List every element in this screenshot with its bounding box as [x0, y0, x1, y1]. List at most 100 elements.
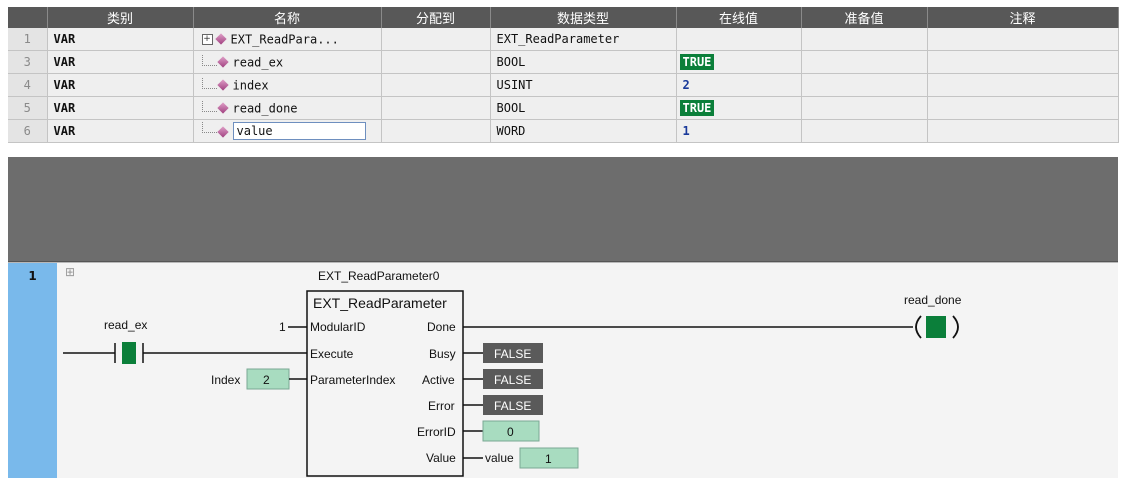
row-comment[interactable] — [927, 119, 1119, 143]
row-number: 3 — [8, 50, 48, 74]
table-row[interactable]: 1 VAR + EXT_ReadPara... EXT_ReadParameter — [8, 28, 1119, 51]
variable-icon — [214, 33, 227, 45]
pin-execute: Execute — [310, 347, 354, 361]
fb-type-name: EXT_ReadParameter — [313, 295, 447, 311]
row-online-value-cell[interactable]: TRUE — [676, 50, 802, 74]
coil-read-done[interactable] — [915, 315, 959, 339]
header-prepared-value[interactable]: 准备值 — [801, 7, 928, 28]
row-datatype[interactable]: WORD — [490, 119, 677, 143]
row-online-value: TRUE — [679, 54, 715, 70]
table-row[interactable]: 3 VAR read_ex BOOL TRUE — [8, 50, 1119, 74]
row-online-value: TRUE — [679, 100, 715, 116]
row-online-value-cell[interactable]: 1 — [676, 119, 802, 143]
row-prepared-value[interactable] — [801, 28, 928, 51]
row-prepared-value[interactable] — [801, 50, 928, 74]
variable-icon — [216, 79, 229, 91]
coil-energized-indicator — [926, 316, 946, 338]
contact-energized-indicator — [122, 342, 136, 364]
header-datatype[interactable]: 数据类型 — [490, 7, 677, 28]
pin-modularid: ModularID — [310, 320, 366, 334]
table-header-row: 类别 名称 分配到 数据类型 在线值 准备值 注释 — [8, 7, 1119, 28]
paramindex-variable[interactable]: Index — [211, 373, 240, 387]
row-kind[interactable]: VAR — [47, 96, 194, 120]
header-rownum — [8, 7, 48, 28]
row-comment[interactable] — [927, 96, 1119, 120]
variable-icon — [216, 102, 229, 114]
pin-error: Error — [428, 399, 455, 413]
error-value: FALSE — [494, 399, 531, 413]
row-number: 5 — [8, 96, 48, 120]
row-online-value[interactable] — [676, 28, 802, 51]
paramindex-value: 2 — [263, 373, 270, 387]
name-edit-field[interactable]: value — [232, 122, 366, 140]
expand-icon[interactable]: + — [201, 33, 213, 45]
coil-right-paren — [952, 315, 959, 339]
tree-line — [201, 122, 217, 133]
row-assign[interactable] — [381, 28, 491, 51]
app-window: 类别 名称 分配到 数据类型 在线值 准备值 注释 1 VAR + EXT_Rea… — [0, 0, 1123, 478]
row-name-cell[interactable]: index — [193, 73, 382, 97]
header-kind[interactable]: 类别 — [47, 7, 194, 28]
table-row[interactable]: 6 VAR value WORD 1 — [8, 119, 1119, 143]
row-datatype[interactable]: EXT_ReadParameter — [490, 28, 677, 51]
row-assign[interactable] — [381, 96, 491, 120]
tree-line — [201, 54, 217, 66]
tree-line — [201, 100, 217, 112]
header-name[interactable]: 名称 — [193, 7, 382, 28]
row-assign[interactable] — [381, 73, 491, 97]
row-number: 6 — [8, 119, 48, 143]
row-number: 4 — [8, 73, 48, 97]
row-comment[interactable] — [927, 50, 1119, 74]
row-kind[interactable]: VAR — [47, 119, 194, 143]
value-output-variable[interactable]: value — [485, 451, 514, 465]
row-prepared-value[interactable] — [801, 119, 928, 143]
table-empty-area[interactable] — [8, 157, 1118, 262]
modularid-constant[interactable]: 1 — [279, 320, 286, 334]
row-online-value: 1 — [682, 124, 690, 138]
row-name: read_ex — [232, 55, 284, 70]
row-kind[interactable]: VAR — [47, 73, 194, 97]
row-name: EXT_ReadPara... — [230, 32, 339, 47]
row-name-cell[interactable]: + EXT_ReadPara... — [193, 28, 382, 51]
row-assign[interactable] — [381, 119, 491, 143]
row-name-cell[interactable]: read_ex — [193, 50, 382, 74]
header-online-value[interactable]: 在线值 — [676, 7, 802, 28]
pin-done: Done — [427, 320, 456, 334]
table-row[interactable]: 5 VAR read_done BOOL TRUE — [8, 96, 1119, 120]
row-online-value: 2 — [682, 78, 690, 92]
row-datatype[interactable]: BOOL — [490, 50, 677, 74]
ladder-diagram: read_ex EXT_ReadParameter0 EXT_ReadParam… — [63, 269, 962, 477]
row-prepared-value[interactable] — [801, 96, 928, 120]
row-datatype[interactable]: BOOL — [490, 96, 677, 120]
busy-value: FALSE — [494, 347, 531, 361]
pin-value: Value — [426, 451, 456, 465]
header-assign[interactable]: 分配到 — [381, 7, 491, 28]
pin-parameterindex: ParameterIndex — [310, 373, 395, 387]
row-online-value-cell[interactable]: TRUE — [676, 96, 802, 120]
contact-read-ex[interactable] — [114, 342, 144, 364]
active-value: FALSE — [494, 373, 531, 387]
ladder-rung[interactable]: 1 ⊞ read_ex EXT_ReadParameter0 EXT_ReadP… — [8, 262, 1118, 478]
contact-label: read_ex — [104, 318, 147, 332]
row-name: read_done — [232, 101, 298, 116]
coil-left-paren — [915, 315, 922, 339]
row-comment[interactable] — [927, 28, 1119, 51]
errorid-value: 0 — [507, 425, 514, 439]
row-comment[interactable] — [927, 73, 1119, 97]
row-name-cell[interactable]: value — [193, 119, 382, 143]
row-name-cell[interactable]: read_done — [193, 96, 382, 120]
row-prepared-value[interactable] — [801, 73, 928, 97]
fb-instance-name[interactable]: EXT_ReadParameter0 — [318, 269, 440, 283]
pin-busy: Busy — [429, 347, 456, 361]
header-comment[interactable]: 注释 — [927, 7, 1119, 28]
table-row[interactable]: 4 VAR index USINT 2 — [8, 73, 1119, 97]
row-online-value-cell[interactable]: 2 — [676, 73, 802, 97]
variable-table: 类别 名称 分配到 数据类型 在线值 准备值 注释 1 VAR + EXT_Rea… — [8, 7, 1119, 143]
row-kind[interactable]: VAR — [47, 50, 194, 74]
row-assign[interactable] — [381, 50, 491, 74]
row-datatype[interactable]: USINT — [490, 73, 677, 97]
tree-line — [201, 77, 217, 89]
coil-label: read_done — [904, 293, 962, 307]
pin-errorid: ErrorID — [417, 425, 456, 439]
row-kind[interactable]: VAR — [47, 28, 194, 51]
